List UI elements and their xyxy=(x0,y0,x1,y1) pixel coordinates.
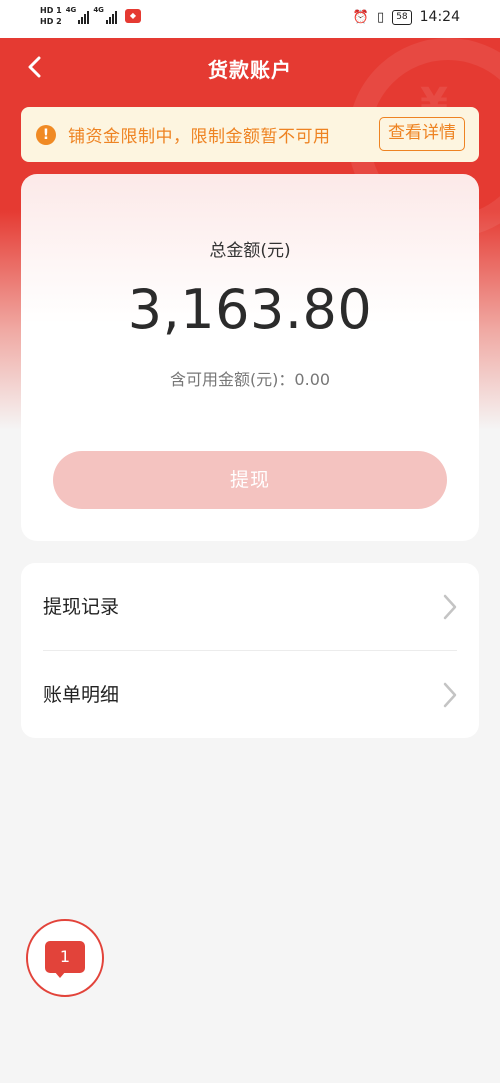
nav-bar: 货款账户 xyxy=(0,38,500,96)
message-badge-count: 1 xyxy=(59,947,71,966)
menu-card: 提现记录 账单明细 xyxy=(21,563,479,738)
clock: 14:24 xyxy=(419,9,460,25)
hd2-label: HD 2 xyxy=(40,17,62,26)
app-notification-icon: ◆ xyxy=(124,9,141,23)
menu-item-bill-details[interactable]: 账单明细 xyxy=(21,651,479,738)
status-bar: HD 1 HD 2 4G 4G ◆ ⏰ ▯ 58 14:24 xyxy=(0,0,500,38)
chevron-right-icon xyxy=(443,682,457,708)
status-right: ⏰ ▯ 58 14:24 xyxy=(353,9,460,25)
page: ¥ HD 1 HD 2 4G 4G ◆ ⏰ ▯ 58 14:24 货款账户 ! … xyxy=(0,0,500,1083)
total-amount-value: 3,163.80 xyxy=(127,278,373,341)
menu-item-label: 提现记录 xyxy=(43,596,120,618)
hd1-label: HD 1 xyxy=(40,6,62,15)
restriction-notice: ! 铺资金限制中，限制金额暂不可用 查看详情 xyxy=(21,107,479,162)
message-icon: 1 xyxy=(45,941,85,973)
net1-label: 4G xyxy=(65,6,77,14)
available-amount-text: 含可用金额(元)：0.00 xyxy=(169,370,331,389)
menu-item-withdraw-records[interactable]: 提现记录 xyxy=(21,563,479,650)
total-amount-label: 总金额(元) xyxy=(209,241,291,261)
view-details-button[interactable]: 查看详情 xyxy=(379,117,465,151)
signal-2-icon: 4G xyxy=(93,6,117,24)
vibrate-icon: ▯ xyxy=(377,9,385,25)
battery-icon: 58 xyxy=(392,9,412,25)
menu-item-label: 账单明细 xyxy=(43,684,120,706)
chevron-right-icon xyxy=(443,594,457,620)
withdraw-button[interactable]: 提现 xyxy=(53,451,447,509)
message-fab-button[interactable]: 1 xyxy=(26,919,104,997)
net2-label: 4G xyxy=(93,6,104,14)
hd-indicators: HD 1 HD 2 xyxy=(40,6,62,26)
notice-text: 铺资金限制中，限制金额暂不可用 xyxy=(68,127,331,147)
status-left: HD 1 HD 2 4G 4G ◆ xyxy=(40,6,141,26)
exclamation-icon: ! xyxy=(36,124,56,145)
balance-card: 总金额(元) 3,163.80 含可用金额(元)：0.00 提现 xyxy=(21,174,479,541)
page-title: 货款账户 xyxy=(208,58,292,82)
alarm-icon: ⏰ xyxy=(352,9,370,25)
message-icon-tail xyxy=(54,971,66,978)
signal-1-icon: 4G xyxy=(66,6,90,24)
